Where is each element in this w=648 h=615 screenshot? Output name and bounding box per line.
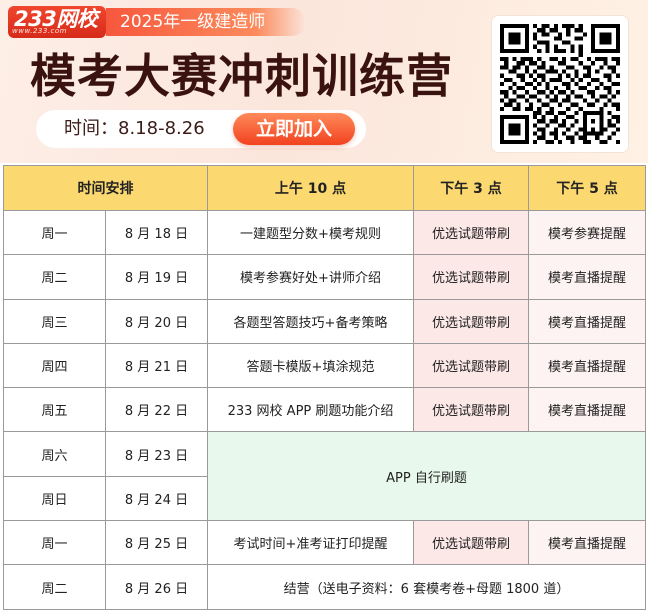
table-row: 周二 8 月 26 日 结营（送电子资料：6 套模考卷+母题 1800 道） (3, 564, 646, 610)
table-row: 周四 8 月 21 日 答题卡模版+填涂规范 优选试题带刷 模考直播提醒 (3, 342, 646, 389)
table-row: 周一 8 月 18 日 一建题型分数+模考规则 优选试题带刷 模考参赛提醒 (3, 209, 646, 256)
day-cell: 周四 (3, 342, 106, 389)
date-cell: 8 月 21 日 (105, 342, 208, 389)
promo-banner: 233网校 www.233.com 2025年一级建造师 模考大赛冲刺训练营 时… (0, 0, 648, 163)
pm3-cell: 优选试题带刷 (413, 342, 529, 389)
date-cell: 8 月 25 日 (105, 520, 208, 566)
table-header-row: 时间安排 上午 10 点 下午 3 点 下午 5 点 (3, 165, 646, 211)
pm5-cell: 模考直播提醒 (528, 387, 646, 433)
date-cell: 8 月 26 日 (105, 564, 208, 610)
pm3-cell: 优选试题带刷 (413, 298, 529, 344)
pm5-cell: 模考直播提醒 (528, 342, 646, 389)
table-row: 周六 8 月 23 日 APP 自行刷题 (3, 431, 646, 522)
qr-code-card[interactable] (492, 16, 628, 152)
pm3-cell: 优选试题带刷 (413, 254, 529, 300)
am10-cell: 考试时间+准考证打印提醒 (207, 520, 414, 566)
banner-headline: 模考大赛冲刺训练营 (30, 49, 453, 103)
date-cell: 8 月 24 日 (105, 475, 208, 522)
table-row: 周二 8 月 19 日 模考参赛好处+讲师介绍 优选试题带刷 模考直播提醒 (3, 254, 646, 300)
am10-cell: 模考参赛好处+讲师介绍 (207, 254, 414, 300)
day-cell: 周六 (3, 431, 106, 477)
qr-code-icon (500, 24, 620, 144)
camp-closing-cell: 结营（送电子资料：6 套模考卷+母题 1800 道） (207, 564, 646, 610)
date-cell: 8 月 23 日 (105, 431, 208, 477)
pm3-cell: 优选试题带刷 (413, 209, 529, 256)
table-row: 周三 8 月 20 日 各题型答题技巧+备考策略 优选试题带刷 模考直播提醒 (3, 298, 646, 344)
logo-url: www.233.com (12, 27, 67, 35)
date-cell: 8 月 19 日 (105, 254, 208, 300)
day-cell: 周日 (3, 475, 106, 522)
exam-badge: 2025年一级建造师 (106, 8, 306, 36)
pm5-cell: 模考直播提醒 (528, 254, 646, 300)
header-schedule: 时间安排 (3, 165, 208, 211)
join-button[interactable]: 立即加入 (233, 113, 355, 145)
header-pm3: 下午 3 点 (413, 165, 529, 211)
am10-cell: 一建题型分数+模考规则 (207, 209, 414, 256)
weekend-self-practice-cell: APP 自行刷题 (207, 431, 646, 522)
day-cell: 周一 (3, 520, 106, 566)
date-cell: 8 月 18 日 (105, 209, 208, 256)
am10-cell: 各题型答题技巧+备考策略 (207, 298, 414, 344)
am10-cell: 答题卡模版+填涂规范 (207, 342, 414, 389)
pm5-cell: 模考参赛提醒 (528, 209, 646, 256)
day-cell: 周三 (3, 298, 106, 344)
table-row: 周五 8 月 22 日 233 网校 APP 刷题功能介绍 优选试题带刷 模考直… (3, 387, 646, 433)
time-label: 时间：8.18-8.26 (64, 118, 205, 139)
pm3-cell: 优选试题带刷 (413, 520, 529, 566)
day-cell: 周二 (3, 254, 106, 300)
table-row: 周一 8 月 25 日 考试时间+准考证打印提醒 优选试题带刷 模考直播提醒 (3, 520, 646, 566)
date-cell: 8 月 22 日 (105, 387, 208, 433)
pm5-cell: 模考直播提醒 (528, 520, 646, 566)
schedule-table: 时间安排 上午 10 点 下午 3 点 下午 5 点 周一 8 月 18 日 一… (3, 165, 646, 610)
pm5-cell: 模考直播提醒 (528, 298, 646, 344)
header-am10: 上午 10 点 (207, 165, 414, 211)
day-cell: 周二 (3, 564, 106, 610)
am10-cell: 233 网校 APP 刷题功能介绍 (207, 387, 414, 433)
date-cell: 8 月 20 日 (105, 298, 208, 344)
day-cell: 周五 (3, 387, 106, 433)
pm3-cell: 优选试题带刷 (413, 387, 529, 433)
day-cell: 周一 (3, 209, 106, 256)
header-pm5: 下午 5 点 (528, 165, 646, 211)
